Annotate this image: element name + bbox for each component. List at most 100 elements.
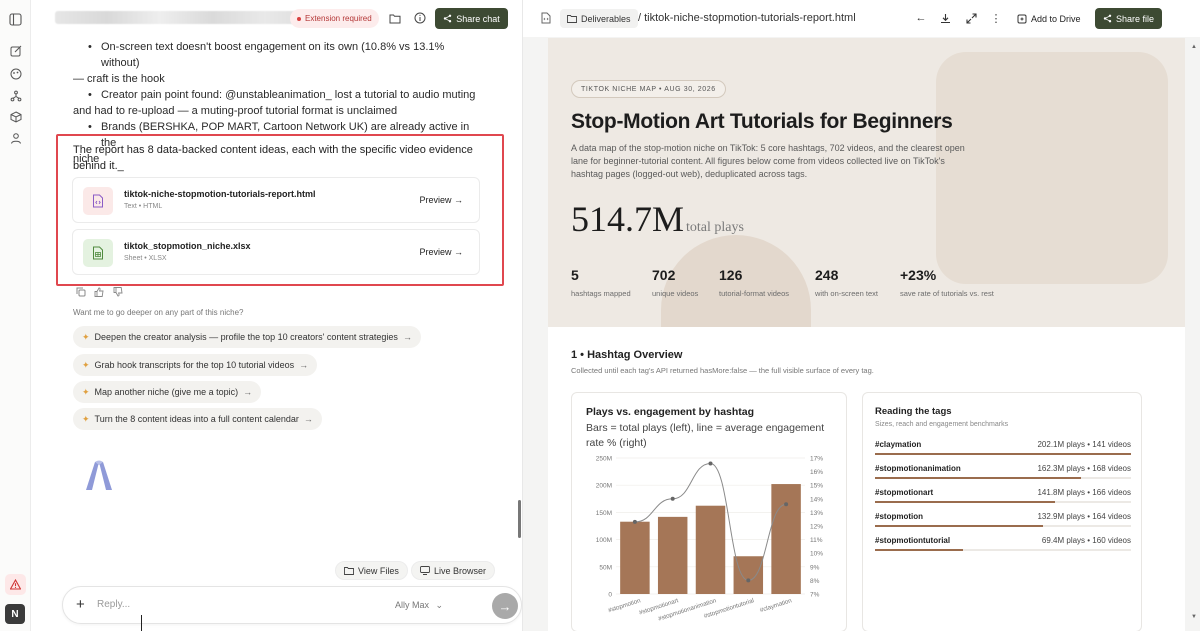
profile-icon[interactable]	[8, 130, 23, 145]
file-card-xlsx[interactable]: tiktok_stopmotion_niche.xlsx Sheet • XLS…	[72, 229, 480, 275]
chat-header: Extension required Share chat	[31, 0, 522, 37]
model-selector[interactable]: Ally Max ⌄	[395, 600, 443, 611]
chat-panel: Extension required Share chat On-screen …	[31, 0, 522, 631]
folder-label: Deliverables	[581, 13, 631, 24]
chart-subtitle: Bars = total plays (left), line = averag…	[586, 421, 836, 451]
stat-hashtags: 5 hashtags mapped	[571, 267, 631, 298]
suggestion-label: Grab hook transcripts for the top 10 tut…	[94, 360, 295, 370]
chart-title: Plays vs. engagement by hashtag	[586, 406, 755, 418]
code-file-icon	[83, 187, 113, 215]
viewer-scrollbar[interactable]: ▲ ▼	[1191, 40, 1198, 625]
x-tick-label: #claymation	[759, 597, 793, 614]
engagement-point-1	[632, 519, 637, 524]
tag-bar-fill	[875, 525, 1044, 527]
share-icon	[444, 14, 452, 23]
folder-icon[interactable]	[388, 11, 402, 25]
stat-label: save rate of tutorials vs. rest	[900, 289, 994, 298]
stat-label: hashtags mapped	[571, 289, 631, 298]
add-to-drive-label: Add to Drive	[1031, 13, 1081, 24]
arrow-right-icon: →	[498, 598, 512, 614]
y-left-tick-label: 0	[608, 592, 612, 599]
view-files-button[interactable]: View Files	[335, 561, 408, 580]
info-icon[interactable]	[413, 11, 427, 25]
copy-icon[interactable]	[75, 286, 87, 298]
package-icon[interactable]	[8, 109, 23, 124]
expand-icon[interactable]	[964, 11, 978, 25]
stat-value: 5	[571, 267, 579, 283]
add-to-drive-button[interactable]: Add to Drive	[1017, 9, 1081, 28]
bar-2	[657, 516, 688, 594]
tag-bar-track	[875, 453, 1131, 455]
lede-line: hashtag pages (logged-out web), deduplic…	[571, 169, 808, 179]
status-dot	[297, 16, 301, 21]
suggestion-chip[interactable]: ✦ Map another niche (give me a topic) →	[73, 381, 262, 403]
share-chat-button[interactable]: Share chat	[435, 8, 508, 29]
palette-icon[interactable]	[8, 66, 23, 81]
sidebar-toggle-icon[interactable]	[8, 12, 23, 27]
tag-stats: 202.1M plays • 141 videos	[1037, 440, 1131, 449]
tags-subtitle: Sizes, reach and engagement benchmarks	[875, 421, 1009, 428]
folder-icon	[567, 15, 577, 23]
chart-card: Plays vs. engagement by hashtag Bars = t…	[571, 392, 847, 631]
tag-stats: 132.9M plays • 164 videos	[1037, 512, 1131, 521]
scroll-down-icon[interactable]: ▼	[1191, 614, 1197, 620]
file-card-html[interactable]: tiktok-niche-stopmotion-tutorials-report…	[72, 177, 480, 223]
folder-icon	[344, 567, 354, 575]
y-right-tick-label: 13%	[810, 510, 823, 517]
bar-3	[695, 505, 726, 594]
workflow-icon[interactable]	[8, 88, 23, 103]
engagement-point-2	[670, 496, 675, 501]
suggestion-chip[interactable]: ✦ Grab hook transcripts for the top 10 t…	[73, 354, 318, 376]
user-avatar[interactable]: N	[5, 604, 25, 624]
tag-name: #claymation	[875, 440, 922, 449]
suggestion-chip[interactable]: ✦ Deepen the creator analysis — profile …	[73, 326, 421, 348]
followup-prompt: Want me to go deeper on any part of this…	[73, 308, 244, 317]
chart-subtitle-line: Bars = total plays (left), line = averag…	[586, 422, 825, 434]
stat-label: with on-screen text	[815, 289, 878, 298]
folder-breadcrumb[interactable]: Deliverables	[560, 9, 638, 28]
suggestion-chip[interactable]: ✦ Turn the 8 content ideas into a full c…	[73, 408, 322, 430]
tags-card: Reading the tags Sizes, reach and engage…	[862, 392, 1142, 631]
tag-bar-track	[875, 501, 1131, 503]
monitor-icon	[420, 566, 430, 575]
x-tick-label: #stopmotion	[607, 597, 642, 614]
suggestion-label: Turn the 8 content ideas into a full con…	[94, 414, 299, 424]
download-icon[interactable]	[938, 11, 952, 25]
more-options-icon[interactable]: ⋮	[989, 11, 1003, 25]
preview-button[interactable]: Preview →	[419, 247, 463, 257]
preview-button[interactable]: Preview →	[419, 195, 463, 205]
extension-required-badge[interactable]: Extension required	[290, 9, 379, 28]
new-chat-icon[interactable]	[8, 43, 23, 58]
scroll-up-icon[interactable]: ▲	[1191, 44, 1197, 50]
tag-name: #stopmotiontutorial	[875, 536, 951, 545]
thumbs-down-icon[interactable]	[112, 286, 124, 298]
reply-input[interactable]: Reply...	[97, 599, 130, 610]
plays-engagement-chart: 0 50M 100M 150M 200M 250M 7% 8% 9% 10% 11% 12% 13% 14…	[596, 456, 823, 623]
send-button[interactable]: →	[492, 593, 518, 619]
finding-item: Creator pain point found: @unstableanima…	[73, 87, 483, 119]
section-title: 1 • Hashtag Overview	[571, 349, 683, 361]
model-name: Ally Max	[395, 600, 430, 610]
plus-icon[interactable]: +	[76, 596, 85, 613]
engagement-point-3	[708, 461, 713, 466]
chat-scrollbar[interactable]	[518, 500, 521, 538]
back-arrow-icon[interactable]: ←	[914, 11, 928, 25]
file-name: tiktok-niche-stopmotion-tutorials-report…	[124, 189, 316, 199]
tag-bar-fill	[875, 477, 1081, 479]
y-right-tick-label: 10%	[810, 551, 823, 558]
finding-text-cont: — craft is the hook	[73, 73, 165, 85]
stat-label: tutorial-format videos	[719, 289, 790, 298]
y-right-tick-label: 9%	[810, 564, 820, 571]
arrow-right-icon: →	[299, 360, 309, 370]
total-plays-unit: total plays	[686, 220, 744, 235]
thumbs-up-icon[interactable]	[93, 286, 105, 298]
sparkle-icon: ✦	[82, 359, 90, 370]
warning-icon[interactable]	[5, 574, 26, 595]
share-icon	[1103, 14, 1112, 23]
y-right-tick-label: 16%	[810, 469, 823, 476]
file-meta: Sheet • XLSX	[124, 255, 167, 262]
file-meta: Text • HTML	[124, 203, 163, 210]
arrow-right-icon: →	[243, 387, 253, 397]
live-browser-button[interactable]: Live Browser	[411, 561, 496, 580]
share-file-button[interactable]: Share file	[1095, 8, 1162, 29]
